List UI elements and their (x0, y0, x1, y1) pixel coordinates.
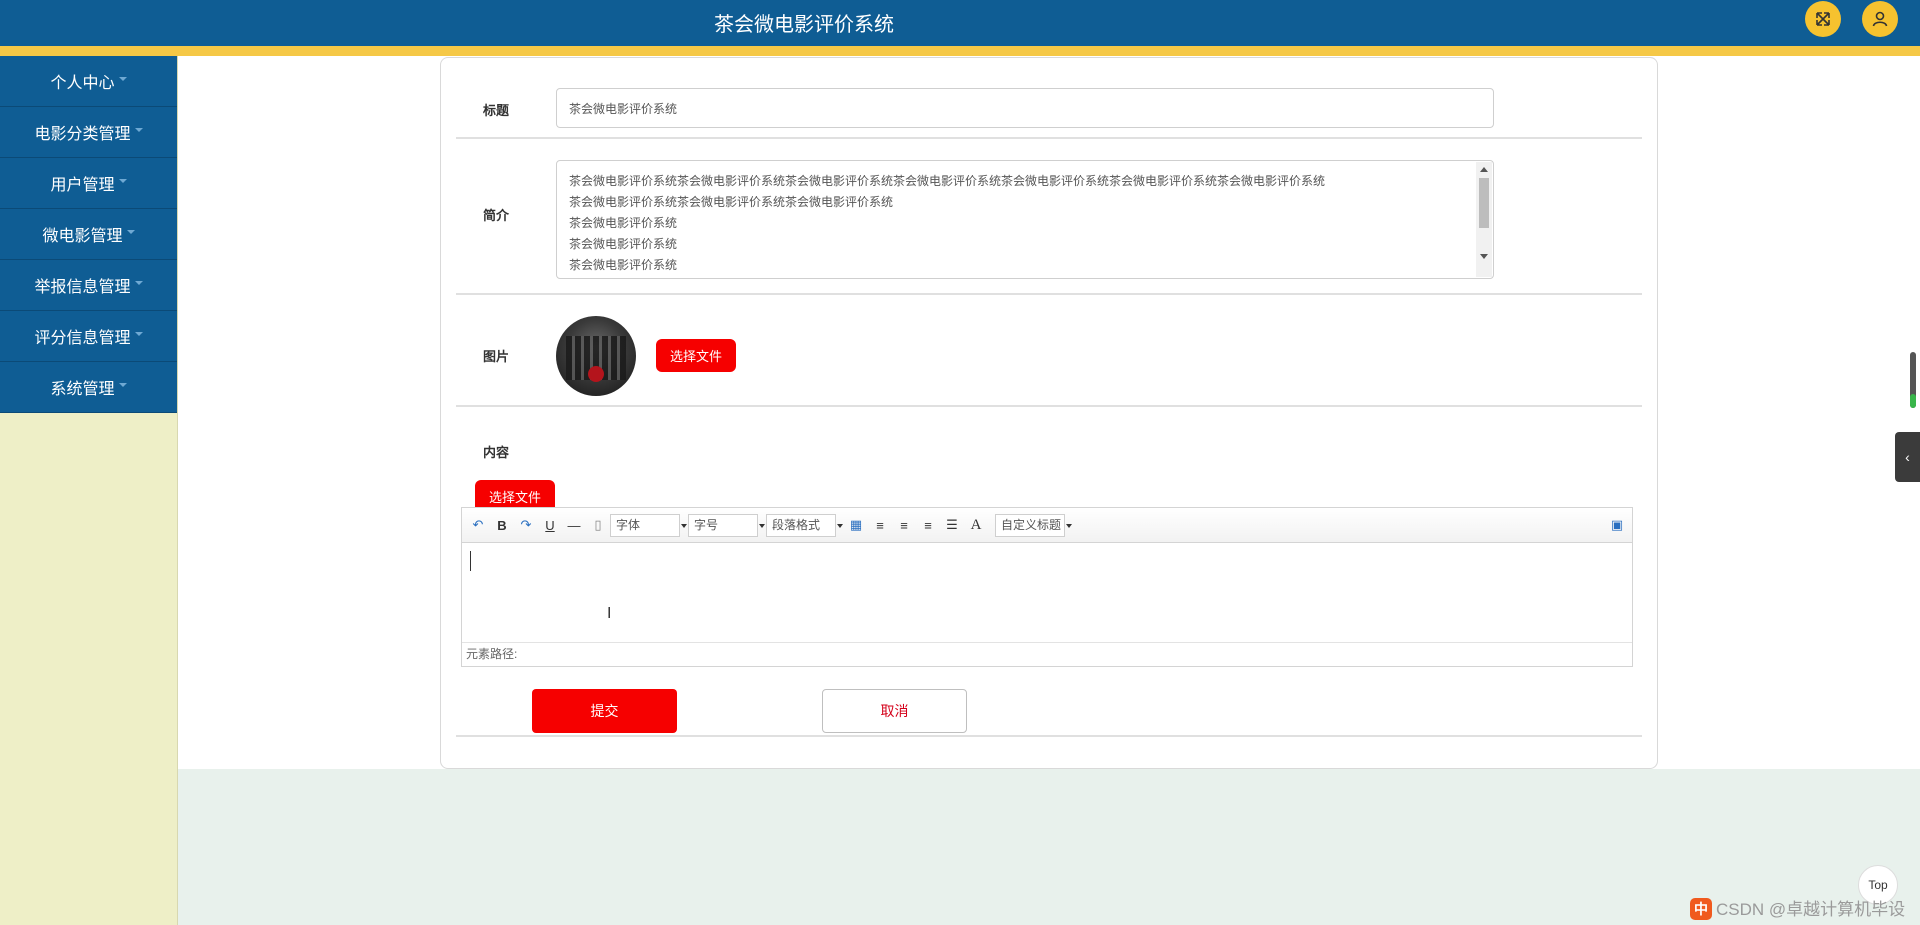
page-scrollbar[interactable] (1910, 352, 1916, 408)
editor-toolbar: ↶ B ↷ U — ▯ 字体 字号 段落格式 ▦ ≡ ≡ ≡ ☰ A 自定义标题… (462, 508, 1632, 543)
sidebar-item-system[interactable]: 系统管理 (0, 362, 177, 413)
sidebar: 个人中心 电影分类管理 用户管理 微电影管理 举报信息管理 评分信息管理 系统管… (0, 56, 178, 925)
sidebar-item-ratings[interactable]: 评分信息管理 (0, 311, 177, 362)
intro-line: 茶会微电影评价系统 (569, 237, 678, 251)
align-center-icon[interactable]: ≡ (919, 516, 937, 534)
user-icon (1872, 11, 1888, 27)
sidebar-item-label: 举报信息管理 (34, 279, 131, 296)
textarea-scrollbar[interactable] (1476, 162, 1492, 277)
intro-textarea[interactable]: 茶会微电影评价系统茶会微电影评价系统茶会微电影评价系统茶会微电影评价系统茶会微电… (556, 160, 1494, 279)
caret-down-icon (118, 383, 127, 387)
font-family-select[interactable]: 字体 (610, 514, 687, 537)
intro-row: 简介 茶会微电影评价系统茶会微电影评价系统茶会微电影评价系统茶会微电影评价系统茶… (456, 139, 1642, 295)
side-panel-toggle[interactable]: ‹ (1895, 432, 1920, 482)
content-label: 内容 (483, 445, 510, 460)
chevron-left-icon: ‹ (1905, 449, 1910, 465)
paragraph-format-select-label: 段落格式 (772, 518, 821, 532)
sidebar-item-micro-movies[interactable]: 微电影管理 (0, 209, 177, 260)
scroll-thumb[interactable] (1479, 178, 1489, 228)
scroll-down-icon[interactable] (1480, 254, 1488, 259)
font-size-select[interactable]: 字号 (688, 514, 765, 537)
dropdown-arrow-icon (1066, 524, 1072, 528)
align-left-icon[interactable]: ≡ (871, 516, 889, 534)
sidebar-item-label: 个人中心 (50, 75, 115, 92)
ime-icon: 中 (1690, 898, 1712, 920)
align-right-icon[interactable]: ≡ (895, 516, 913, 534)
element-path-bar: 元素路径: (462, 642, 1632, 666)
redo-icon[interactable]: ↷ (517, 516, 535, 534)
ibeam-cursor-icon: I (607, 605, 612, 622)
sidebar-item-label: 用户管理 (50, 177, 115, 194)
app-title: 茶会微电影评价系统 (714, 14, 894, 36)
bold-icon[interactable]: B (493, 516, 511, 534)
title-row: 标题 (456, 58, 1642, 139)
sidebar-item-users[interactable]: 用户管理 (0, 158, 177, 209)
dropdown-arrow-icon (759, 524, 765, 528)
submit-button[interactable]: 提交 (532, 689, 677, 733)
text-cursor (470, 551, 471, 571)
title-label: 标题 (483, 103, 510, 118)
dropdown-arrow-icon (681, 524, 687, 528)
caret-down-icon (134, 281, 143, 285)
sidebar-item-personal-center[interactable]: 个人中心 (0, 56, 177, 107)
intro-line: 茶会微电影评价系统 (569, 258, 678, 272)
intro-line: 茶会微电影评价系统茶会微电影评价系统茶会微电影评价系统 (569, 195, 894, 209)
caret-down-icon (126, 230, 135, 234)
custom-title-select-label: 自定义标题 (1001, 518, 1062, 532)
sidebar-item-reports[interactable]: 举报信息管理 (0, 260, 177, 311)
fullscreen-button[interactable] (1805, 1, 1841, 37)
poster-logo (588, 366, 604, 382)
sidebar-item-label: 电影分类管理 (34, 126, 131, 143)
sidebar-item-label: 系统管理 (50, 381, 115, 398)
scroll-up-icon[interactable] (1480, 167, 1488, 172)
align-justify-icon[interactable]: ☰ (943, 516, 961, 534)
editor-content-area[interactable]: I (462, 543, 1632, 642)
image-label: 图片 (483, 349, 510, 364)
intro-label: 简介 (483, 208, 510, 223)
horizontal-rule-icon[interactable]: — (565, 516, 583, 534)
caret-down-icon (118, 77, 127, 81)
paste-icon[interactable]: ▯ (589, 516, 607, 534)
movie-poster-image (556, 316, 636, 396)
caret-down-icon (118, 179, 127, 183)
rich-text-editor: ↶ B ↷ U — ▯ 字体 字号 段落格式 ▦ ≡ ≡ ≡ ☰ A 自定义标题… (461, 507, 1633, 667)
table-icon[interactable]: ▦ (847, 516, 865, 534)
underline-icon[interactable]: U (541, 516, 559, 534)
scrollbar-indicator (1910, 394, 1916, 408)
sidebar-item-label: 微电影管理 (42, 228, 123, 245)
caret-down-icon (134, 332, 143, 336)
choose-image-button[interactable]: 选择文件 (656, 339, 736, 372)
watermark: CSDN @卓越计算机毕设 (1716, 900, 1906, 919)
font-color-icon[interactable]: A (967, 516, 985, 534)
image-row: 图片 选择文件 (456, 295, 1642, 407)
top-header: 茶会微电影评价系统 (0, 0, 1920, 46)
paragraph-format-select[interactable]: 段落格式 (766, 514, 843, 537)
user-button[interactable] (1862, 1, 1898, 37)
preview-icon[interactable]: ▣ (1608, 516, 1626, 534)
expand-icon (1816, 12, 1830, 26)
custom-title-select[interactable]: 自定义标题 (995, 514, 1072, 537)
intro-line: 茶会微电影评价系统 (569, 216, 678, 230)
undo-icon[interactable]: ↶ (469, 516, 487, 534)
font-size-select-label: 字号 (694, 518, 719, 532)
sidebar-item-label: 评分信息管理 (34, 330, 131, 347)
font-family-select-label: 字体 (616, 518, 641, 532)
dropdown-arrow-icon (837, 524, 843, 528)
sidebar-item-movie-category[interactable]: 电影分类管理 (0, 107, 177, 158)
intro-line: 茶会微电影评价系统茶会微电影评价系统茶会微电影评价系统茶会微电影评价系统茶会微电… (569, 174, 1326, 188)
header-stripe (0, 46, 1920, 56)
caret-down-icon (134, 128, 143, 132)
cancel-button[interactable]: 取消 (822, 689, 967, 733)
title-input[interactable] (556, 88, 1494, 128)
